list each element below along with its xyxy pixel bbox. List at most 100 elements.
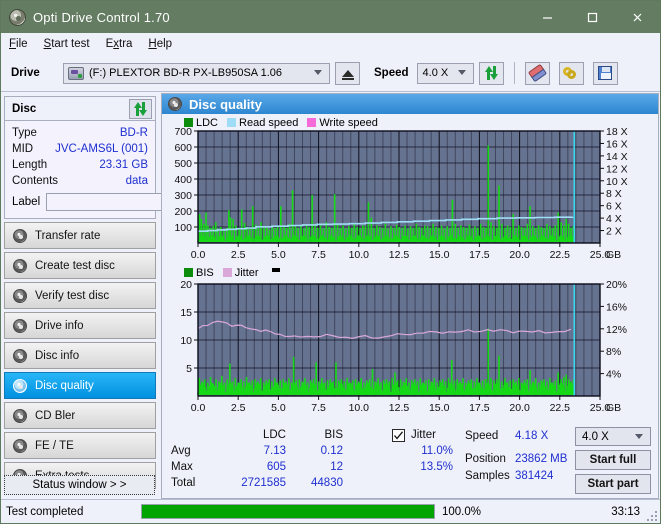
stats-avg-ldc: 7.13 bbox=[246, 445, 286, 457]
stats-speed-value: 4.18 X bbox=[515, 430, 577, 442]
menu-file-rest: ile bbox=[16, 38, 28, 50]
panel-header: Disc quality bbox=[162, 94, 658, 114]
page-title: Disc quality bbox=[189, 97, 262, 112]
sidebar-item-cd-bler[interactable]: CD Bler bbox=[4, 402, 156, 429]
svg-text:12.5: 12.5 bbox=[389, 249, 410, 261]
disc-quality-panel: Disc quality LDC Read speed Write speed … bbox=[161, 93, 659, 499]
sidebar-item-create-test-disc[interactable]: Create test disc bbox=[4, 252, 156, 279]
progress-bar-fill bbox=[142, 505, 434, 518]
progress-bar bbox=[141, 504, 435, 519]
disc-icon bbox=[13, 289, 27, 303]
drive-select-value: (F:) PLEXTOR BD-R PX-LB950SA 1.06 bbox=[89, 67, 282, 79]
legend-jitter: Jitter bbox=[223, 267, 259, 279]
stats-total-ldc: 2721585 bbox=[223, 477, 286, 489]
disc-type-value: BD-R bbox=[120, 127, 148, 139]
svg-text:20.0: 20.0 bbox=[509, 402, 530, 414]
ldc-chart-svg: 1002003004005006007002 X4 X6 X8 X10 X12 … bbox=[162, 127, 658, 265]
sidebar-item-drive-info[interactable]: Drive info bbox=[4, 312, 156, 339]
elapsed-time: 33:13 bbox=[611, 506, 640, 518]
resize-grip[interactable] bbox=[645, 509, 657, 521]
erase-button[interactable] bbox=[525, 62, 550, 85]
eraser-icon bbox=[527, 64, 546, 82]
svg-text:15: 15 bbox=[180, 307, 192, 319]
svg-text:5.0: 5.0 bbox=[271, 402, 286, 414]
sidebar-item-label: Transfer rate bbox=[35, 230, 100, 242]
speed-select[interactable]: 4.0 X bbox=[417, 63, 474, 84]
svg-text:0.0: 0.0 bbox=[191, 402, 206, 414]
stats-avg-jitter: 11.0% bbox=[401, 445, 453, 457]
disc-type-label: Type bbox=[12, 127, 37, 139]
bis-jitter-chart: 51015204%8%12%16%20%0.02.55.07.510.012.5… bbox=[162, 280, 658, 418]
svg-text:22.5: 22.5 bbox=[550, 249, 571, 261]
svg-text:2 X: 2 X bbox=[606, 226, 622, 238]
disc-label-label: Label bbox=[12, 196, 40, 208]
start-part-button[interactable]: Start part bbox=[575, 474, 651, 494]
stats-total-bis: 44830 bbox=[293, 477, 343, 489]
save-button[interactable] bbox=[593, 62, 618, 85]
sidebar-item-disc-quality[interactable]: Disc quality bbox=[4, 372, 156, 399]
disc-info-row-type: Type BD-R bbox=[12, 125, 148, 141]
legend-swatch-bis bbox=[184, 268, 193, 277]
menu-item-extra[interactable]: Extra bbox=[106, 38, 133, 50]
disc-info-row-length: Length 23.31 GB bbox=[12, 157, 148, 173]
disc-length-label: Length bbox=[12, 159, 47, 171]
svg-text:5.0: 5.0 bbox=[271, 249, 286, 261]
bis-chart-svg: 51015204%8%12%16%20%0.02.55.07.510.012.5… bbox=[162, 280, 658, 418]
sidebar-item-fe-te[interactable]: FE / TE bbox=[4, 432, 156, 459]
stats-samples-label: Samples bbox=[465, 470, 510, 482]
disc-mid-label: MID bbox=[12, 143, 33, 155]
jitter-checkbox[interactable] bbox=[392, 429, 405, 442]
stats-header-bis: BIS bbox=[303, 429, 343, 441]
menu-item-help[interactable]: Help bbox=[148, 38, 172, 50]
minimize-icon[interactable] bbox=[525, 1, 570, 33]
svg-text:2.5: 2.5 bbox=[231, 249, 246, 261]
sidebar-item-disc-info[interactable]: Disc info bbox=[4, 342, 156, 369]
disc-info-row-contents: Contents data bbox=[12, 173, 148, 189]
menu-item-start-test[interactable]: Start test bbox=[44, 38, 90, 50]
svg-text:22.5: 22.5 bbox=[550, 402, 571, 414]
drive-label: Drive bbox=[11, 67, 63, 79]
svg-text:20%: 20% bbox=[606, 280, 627, 291]
eject-button[interactable] bbox=[335, 62, 360, 85]
speed-select-value: 4.0 X bbox=[423, 67, 449, 79]
svg-text:10: 10 bbox=[180, 335, 192, 347]
statistics-panel: LDC BIS Avg 7.13 0.12 Max 605 12 Total 2… bbox=[163, 425, 657, 497]
sidebar-item-verify-test-disc[interactable]: Verify test disc bbox=[4, 282, 156, 309]
status-window-button[interactable]: Status window > > bbox=[4, 475, 155, 495]
stats-avg-bis: 0.12 bbox=[303, 445, 343, 457]
check-icon bbox=[393, 430, 404, 441]
svg-text:15.0: 15.0 bbox=[429, 249, 450, 261]
stats-max-bis: 12 bbox=[303, 461, 343, 473]
svg-text:15.0: 15.0 bbox=[429, 402, 450, 414]
svg-text:17.5: 17.5 bbox=[469, 249, 490, 261]
speed-label: Speed bbox=[374, 67, 409, 79]
drive-select[interactable]: (F:) PLEXTOR BD-R PX-LB950SA 1.06 bbox=[63, 63, 330, 84]
sidebar-item-transfer-rate[interactable]: Transfer rate bbox=[4, 222, 156, 249]
key-button[interactable] bbox=[559, 62, 584, 85]
disc-refresh-button[interactable] bbox=[129, 99, 152, 119]
svg-text:20.0: 20.0 bbox=[509, 249, 530, 261]
sidebar-item-label: Disc info bbox=[35, 350, 79, 362]
disc-label-row: Label bbox=[12, 192, 148, 212]
svg-text:18 X: 18 X bbox=[606, 127, 628, 138]
refresh-button[interactable] bbox=[479, 62, 504, 85]
disc-mid-value: JVC-AMS6L (001) bbox=[55, 143, 148, 155]
sidebar: Disc Type BD-R MID JVC-AMS6L (001) Lengt… bbox=[1, 93, 159, 499]
stats-max-jitter: 13.5% bbox=[401, 461, 453, 473]
test-speed-select[interactable]: 4.0 X bbox=[575, 427, 651, 446]
legend-swatch-read-speed bbox=[227, 118, 236, 127]
start-full-button[interactable]: Start full bbox=[575, 450, 651, 470]
stats-position-label: Position bbox=[465, 453, 506, 465]
sidebar-item-label: Create test disc bbox=[35, 260, 115, 272]
chevron-down-icon bbox=[314, 70, 322, 75]
disc-header: Disc bbox=[4, 96, 156, 121]
svg-text:10.0: 10.0 bbox=[349, 249, 370, 261]
chart-marker-icon bbox=[272, 268, 280, 272]
menu-item-file[interactable]: File bbox=[9, 38, 28, 50]
window-controls bbox=[525, 1, 660, 33]
maximize-icon[interactable] bbox=[570, 1, 615, 33]
disc-icon bbox=[13, 349, 27, 363]
svg-text:8%: 8% bbox=[606, 346, 621, 358]
close-icon[interactable] bbox=[615, 1, 660, 33]
svg-text:GB: GB bbox=[606, 402, 621, 414]
